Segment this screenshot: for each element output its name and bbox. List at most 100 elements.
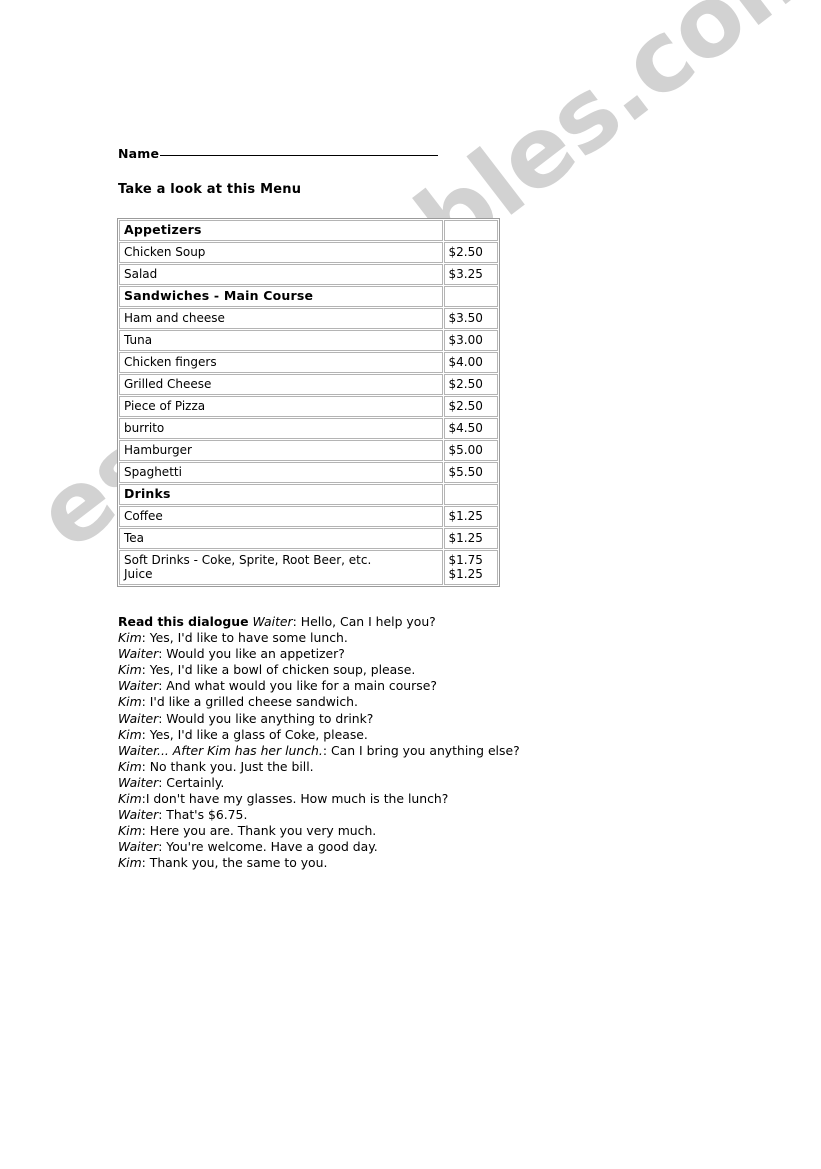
menu-table-body: Appetizers Chicken Soup $2.50 Salad $3.25 San… xyxy=(119,220,498,585)
dialogue-speaker: Waiter xyxy=(118,710,159,726)
menu-item-name: Tuna xyxy=(119,330,443,351)
menu-item-row: Chicken Soup $2.50 xyxy=(119,242,498,263)
dialogue-text: : Yes, I'd like a bowl of chicken soup, … xyxy=(141,662,416,678)
menu-item-price: $3.25 xyxy=(443,264,498,285)
name-label: Name xyxy=(118,146,160,161)
menu-item-name: Chicken Soup xyxy=(119,242,443,263)
menu-section-label: Appetizers xyxy=(119,220,443,241)
menu-section-row: Appetizers xyxy=(119,220,498,241)
menu-item-row: Tea $1.25 xyxy=(119,528,498,549)
dialogue-text: : And what would you like for a main cou… xyxy=(158,678,437,694)
menu-item-price xyxy=(443,220,498,241)
menu-item-price: $2.50 xyxy=(443,374,498,395)
dialogue-speaker: Waiter xyxy=(118,839,159,855)
dialogue-line: Kim: Yes, I'd like a bowl of chicken sou… xyxy=(118,662,678,678)
dialogue-text: : Yes, I'd like to have some lunch. xyxy=(141,630,348,646)
dialogue-line: Kim: I'd like a grilled cheese sandwich. xyxy=(118,694,678,710)
dialogue-line: Kim: No thank you. Just the bill. xyxy=(118,759,678,775)
menu-section-row: Sandwiches - Main Course xyxy=(119,286,498,307)
dialogue-line: Waiter: Would you like anything to drink… xyxy=(118,711,678,727)
menu-item-row: burrito $4.50 xyxy=(119,418,498,439)
dialogue-text: : Thank you, the same to you. xyxy=(141,855,328,871)
menu-item-price: $3.00 xyxy=(443,330,498,351)
menu-item-row: Chicken fingers $4.00 xyxy=(119,352,498,373)
menu-item-name: Coffee xyxy=(119,506,443,527)
menu-item-row: Coffee $1.25 xyxy=(119,506,498,527)
dialogue-speaker: Kim xyxy=(118,758,142,774)
dialogue-speaker: Kim xyxy=(118,726,142,742)
menu-item-price: $5.50 xyxy=(443,462,498,483)
menu-item-price: $5.00 xyxy=(443,440,498,461)
dialogue-heading: Read this dialogue xyxy=(118,614,249,629)
menu-item-row: Piece of Pizza $2.50 xyxy=(119,396,498,417)
dialogue-text: : I'd like a grilled cheese sandwich. xyxy=(141,694,358,710)
menu-item-name: Ham and cheese xyxy=(119,308,443,329)
dialogue-line: Kim: Yes, I'd like to have some lunch. xyxy=(118,630,678,646)
menu-item-price: $1.25 xyxy=(443,528,498,549)
name-field: Name xyxy=(118,146,439,161)
menu-item-name: burrito xyxy=(119,418,443,439)
dialogue-text: :I don't have my glasses. How much is th… xyxy=(141,791,449,807)
dialogue-line: Waiter: That's $6.75. xyxy=(118,807,678,823)
dialogue-line: Waiter: Certainly. xyxy=(118,775,678,791)
menu-item-name: Salad xyxy=(119,264,443,285)
dialogue-line: Waiter: And what would you like for a ma… xyxy=(118,678,678,694)
dialogue-text: : Hello, Can I help you? xyxy=(292,614,436,629)
dialogue-text: : Can I bring you anything else? xyxy=(322,742,520,758)
dialogue-speaker: Waiter... After Kim has her lunch. xyxy=(118,742,323,758)
dialogue-speaker: Kim xyxy=(118,823,142,839)
dialogue-speaker: Waiter xyxy=(252,614,293,629)
menu-item-price: $1.25 xyxy=(443,506,498,527)
dialogue-line: Kim: Here you are. Thank you very much. xyxy=(118,823,678,839)
dialogue-speaker: Waiter xyxy=(118,807,159,823)
menu-item-name: Chicken fingers xyxy=(119,352,443,373)
menu-item-row: Hamburger $5.00 xyxy=(119,440,498,461)
menu-item-name: Soft Drinks - Coke, Sprite, Root Beer, e… xyxy=(119,550,443,585)
menu-item-row: Soft Drinks - Coke, Sprite, Root Beer, e… xyxy=(119,550,498,585)
menu-item-row: Salad $3.25 xyxy=(119,264,498,285)
menu-item-price xyxy=(443,286,498,307)
dialogue-text: : Certainly. xyxy=(158,774,225,790)
dialogue-text: : That's $6.75. xyxy=(158,807,248,823)
dialogue-line: Kim: Yes, I'd like a glass of Coke, plea… xyxy=(118,727,678,743)
menu-item-price: $2.50 xyxy=(443,242,498,263)
dialogue-speaker: Kim xyxy=(118,694,142,710)
menu-section-row: Drinks xyxy=(119,484,498,505)
dialogue-text: : No thank you. Just the bill. xyxy=(141,758,314,774)
dialogue-speaker: Kim xyxy=(118,855,142,871)
menu-item-row: Ham and cheese $3.50 xyxy=(119,308,498,329)
menu-item-price: $1.75 $1.25 xyxy=(443,550,498,585)
menu-item-price: $4.50 xyxy=(443,418,498,439)
menu-item-name: Hamburger xyxy=(119,440,443,461)
menu-item-name: Piece of Pizza xyxy=(119,396,443,417)
dialogue-line: Kim: Thank you, the same to you. xyxy=(118,855,678,871)
dialogue-speaker: Waiter xyxy=(118,646,159,662)
menu-item-row: Spaghetti $5.50 xyxy=(119,462,498,483)
dialogue-line: Waiter... After Kim has her lunch.: Can … xyxy=(118,743,678,759)
dialogue-speaker: Kim xyxy=(118,662,142,678)
menu-item-price: $2.50 xyxy=(443,396,498,417)
menu-item-name: Tea xyxy=(119,528,443,549)
dialogue-line: Waiter: Would you like an appetizer? xyxy=(118,646,678,662)
menu-item-name: Grilled Cheese xyxy=(119,374,443,395)
dialogue-speaker: Waiter xyxy=(118,678,159,694)
dialogue-line: Read this dialogue Waiter: Hello, Can I … xyxy=(118,614,678,630)
dialogue-text: : Would you like anything to drink? xyxy=(158,710,374,726)
menu-item-price: $4.00 xyxy=(443,352,498,373)
menu-item-price xyxy=(443,484,498,505)
menu-item-name: Spaghetti xyxy=(119,462,443,483)
menu-section-label: Drinks xyxy=(119,484,443,505)
dialogue-line: Waiter: You're welcome. Have a good day. xyxy=(118,839,678,855)
dialogue-text: : Yes, I'd like a glass of Coke, please. xyxy=(141,726,368,742)
instruction-text: Take a look at this Menu xyxy=(118,182,302,197)
dialogue-line: Kim:I don't have my glasses. How much is… xyxy=(118,791,678,807)
dialogue-speaker: Kim xyxy=(118,630,142,646)
menu-section-label: Sandwiches - Main Course xyxy=(119,286,443,307)
dialogue-section: Read this dialogue Waiter: Hello, Can I … xyxy=(118,614,678,872)
name-write-line[interactable] xyxy=(160,155,439,156)
menu-item-row: Grilled Cheese $2.50 xyxy=(119,374,498,395)
menu-item-row: Tuna $3.00 xyxy=(119,330,498,351)
dialogue-speaker: Kim xyxy=(118,791,142,807)
worksheet-page: eslprintables.com Name Take a look at th… xyxy=(0,0,821,1169)
dialogue-text: : You're welcome. Have a good day. xyxy=(158,839,378,855)
